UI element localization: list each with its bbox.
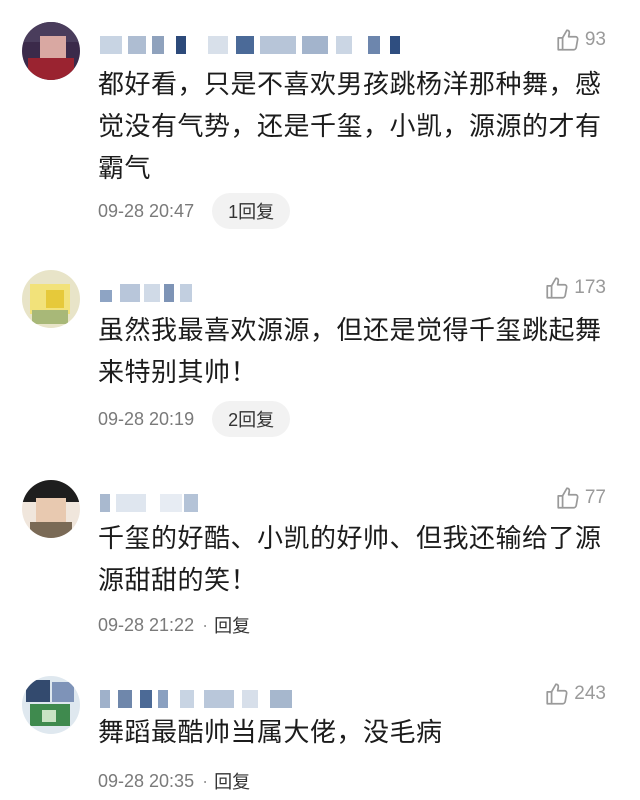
avatar[interactable] xyxy=(22,676,80,734)
comment-time: 09-28 20:19 xyxy=(98,408,195,429)
comment-time: 09-28 20:35 xyxy=(98,770,195,791)
like-count: 93 xyxy=(584,29,606,50)
reply-label: 回复 xyxy=(214,616,251,636)
username-blurred[interactable] xyxy=(100,690,420,712)
thumbs-up-icon xyxy=(557,487,579,509)
avatar[interactable] xyxy=(22,22,80,80)
username-blurred[interactable] xyxy=(100,494,420,516)
comment-meta: 09-28 20:19 2回复 xyxy=(98,400,291,438)
avatar[interactable] xyxy=(22,480,80,538)
username-blurred[interactable] xyxy=(100,36,420,58)
separator-dot: · xyxy=(202,614,209,635)
like-count: 77 xyxy=(584,487,606,508)
comment-text: 都好看，只是不喜欢男孩跳杨洋那种舞，感觉没有气势，还是千玺，小凯，源源的才有霸气 xyxy=(98,70,602,184)
like-button[interactable]: 77 xyxy=(555,484,606,512)
like-count: 243 xyxy=(574,683,606,704)
thumbs-up-icon xyxy=(557,29,579,51)
comment-meta: 09-28 21:22 · 回复 xyxy=(98,606,250,644)
reply-label: 回复 xyxy=(214,772,251,792)
reply-count-button[interactable]: 1回复 xyxy=(212,193,291,229)
like-button[interactable]: 93 xyxy=(555,26,606,54)
like-count: 173 xyxy=(574,277,606,298)
username-blurred[interactable] xyxy=(100,284,420,306)
like-button[interactable]: 173 xyxy=(544,274,606,302)
separator-dot: · xyxy=(202,770,209,791)
comment-meta: 09-28 20:47 1回复 xyxy=(98,192,291,230)
reply-button[interactable]: · 回复 xyxy=(202,768,250,794)
reply-count-button[interactable]: 2回复 xyxy=(212,401,291,437)
comment-time: 09-28 21:22 xyxy=(98,614,195,635)
thumbs-up-icon xyxy=(546,277,568,299)
comment-text: 虽然我最喜欢源源，但还是觉得千玺跳起舞来特别其帅！ xyxy=(98,316,602,388)
thumbs-up-icon xyxy=(546,683,568,705)
comment-meta: 09-28 20:35 · 回复 xyxy=(98,762,250,800)
comment-text: 舞蹈最酷帅当属大佬，没毛病 xyxy=(98,718,443,748)
comment-time: 09-28 20:47 xyxy=(98,200,195,221)
comment-text: 千玺的好酷、小凯的好帅、但我还输给了源源甜甜的笑！ xyxy=(98,524,602,596)
like-button[interactable]: 243 xyxy=(544,680,606,708)
avatar[interactable] xyxy=(22,270,80,328)
reply-button[interactable]: · 回复 xyxy=(202,612,250,638)
